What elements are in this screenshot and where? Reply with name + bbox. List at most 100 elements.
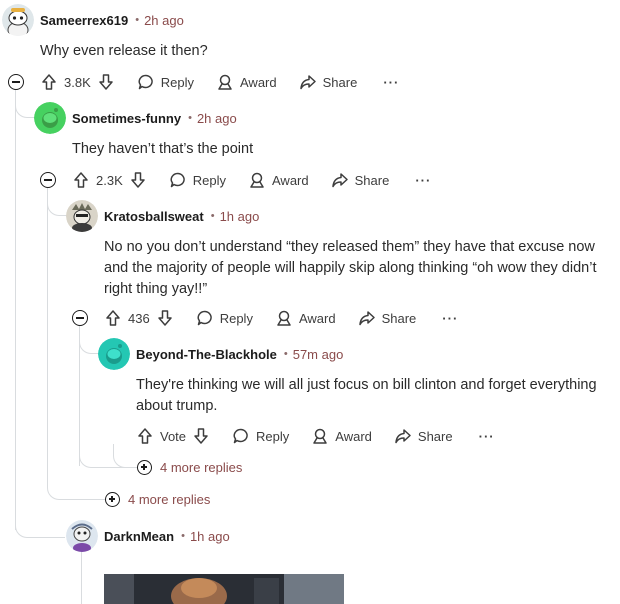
thread-connector <box>47 188 67 216</box>
upvote-button[interactable] <box>136 427 154 445</box>
downvote-button[interactable] <box>156 309 174 327</box>
author-name[interactable]: Beyond-The-Blackhole <box>136 347 277 362</box>
downvote-icon <box>157 310 172 326</box>
avatar[interactable] <box>66 520 98 552</box>
comment-meta: Kratosballsweat • 1h ago <box>104 207 259 225</box>
reply-icon <box>197 310 212 326</box>
award-label: Award <box>335 428 372 444</box>
reply-icon <box>170 172 185 188</box>
timestamp[interactable]: 57m ago <box>293 347 344 362</box>
overflow-menu-button[interactable]: ··· <box>383 75 399 90</box>
share-label: Share <box>322 74 358 90</box>
reply-button[interactable]: Reply <box>169 171 226 189</box>
reply-icon <box>138 74 153 90</box>
avatar-image <box>98 338 130 370</box>
more-replies-button[interactable]: 4 more replies <box>105 492 210 507</box>
avatar-image <box>66 520 98 552</box>
separator: • <box>283 348 288 360</box>
downvote-button[interactable] <box>129 171 147 189</box>
collapse-icon[interactable] <box>8 74 24 90</box>
award-icon <box>313 428 328 444</box>
share-label: Share <box>417 428 453 444</box>
award-button[interactable]: Award <box>275 309 336 327</box>
avatar[interactable] <box>2 4 34 36</box>
avatar[interactable] <box>34 102 66 134</box>
comment-actions: 2.3K Reply Award Share ··· <box>72 168 431 192</box>
reply-button[interactable]: Reply <box>137 73 194 91</box>
media-thumbnail[interactable] <box>104 574 344 604</box>
share-label: Share <box>354 172 390 188</box>
upvote-button[interactable] <box>104 309 122 327</box>
award-button[interactable]: Award <box>248 171 309 189</box>
reply-label: Reply <box>219 310 253 326</box>
award-button[interactable]: Award <box>216 73 277 91</box>
thread-connector <box>15 90 35 118</box>
award-icon <box>218 74 232 90</box>
avatar[interactable] <box>66 200 98 232</box>
comment-actions: 3.8K Reply Award Share ··· <box>40 70 399 94</box>
media-image <box>104 574 344 604</box>
upvote-button[interactable] <box>72 171 90 189</box>
more-replies-button[interactable]: 4 more replies <box>137 460 242 475</box>
downvote-button[interactable] <box>192 427 210 445</box>
avatar-image <box>66 200 98 232</box>
avatar[interactable] <box>98 338 130 370</box>
overflow-menu-button[interactable]: ··· <box>415 173 431 188</box>
upvote-icon <box>74 172 88 188</box>
comment-body: They're thinking we will all just focus … <box>136 377 597 414</box>
award-button[interactable]: Award <box>311 427 372 445</box>
comment-meta: DarknMean • 1h ago <box>104 527 230 545</box>
overflow-menu-button[interactable]: ··· <box>479 429 495 444</box>
share-button[interactable]: Share <box>299 73 358 91</box>
more-replies-label: 4 more replies <box>160 460 243 475</box>
comment-meta: Sometimes-funny • 2h ago <box>72 109 237 127</box>
share-button[interactable]: Share <box>331 171 390 189</box>
timestamp[interactable]: 1h ago <box>190 529 230 544</box>
author-name[interactable]: DarknMean <box>104 529 174 544</box>
expand-icon <box>137 460 152 475</box>
more-replies-label: 4 more replies <box>128 492 211 507</box>
share-button[interactable]: Share <box>358 309 417 327</box>
downvote-icon <box>131 172 145 188</box>
timestamp[interactable]: 2h ago <box>197 111 237 126</box>
vote-count: 436 <box>128 310 150 326</box>
timestamp[interactable]: 2h ago <box>144 13 184 28</box>
upvote-icon <box>106 310 120 326</box>
share-icon <box>395 429 411 444</box>
collapse-icon[interactable] <box>40 172 56 188</box>
timestamp[interactable]: 1h ago <box>220 209 260 224</box>
award-label: Award <box>298 310 336 326</box>
expand-icon <box>105 492 120 507</box>
separator: • <box>135 14 140 26</box>
downvote-button[interactable] <box>97 73 115 91</box>
reply-label: Reply <box>256 428 290 444</box>
separator: • <box>188 112 192 124</box>
share-icon <box>331 173 348 188</box>
award-label: Award <box>272 172 309 188</box>
reply-button[interactable]: Reply <box>232 427 289 445</box>
author-name[interactable]: Sameerrex619 <box>40 13 128 28</box>
separator: • <box>210 210 215 222</box>
upvote-button[interactable] <box>40 73 58 91</box>
comment-meta: Beyond-The-Blackhole • 57m ago <box>136 345 343 363</box>
comment-body: They haven’t that’s the point <box>72 141 254 157</box>
reply-button[interactable]: Reply <box>196 309 253 327</box>
collapse-icon[interactable] <box>72 310 88 326</box>
vote-count: 2.3K <box>96 172 123 188</box>
comment-meta: Sameerrex619 • 2h ago <box>40 11 184 29</box>
comment-body: No no you don’t understand “they release… <box>104 239 597 297</box>
share-button[interactable]: Share <box>394 427 453 445</box>
comment-actions: 436 Reply Award Share ··· <box>104 306 458 330</box>
share-label: Share <box>381 310 417 326</box>
upvote-icon <box>138 428 152 444</box>
comment-body: Why even release it then? <box>40 43 208 59</box>
avatar-image <box>34 102 66 134</box>
overflow-menu-button[interactable]: ··· <box>442 311 458 326</box>
award-icon <box>277 310 291 326</box>
vote-count: 3.8K <box>64 74 91 90</box>
author-name[interactable]: Kratosballsweat <box>104 209 204 224</box>
author-name[interactable]: Sometimes-funny <box>72 111 181 126</box>
upvote-icon <box>42 74 56 90</box>
thread-connector <box>79 326 99 354</box>
thread-line <box>81 552 82 604</box>
